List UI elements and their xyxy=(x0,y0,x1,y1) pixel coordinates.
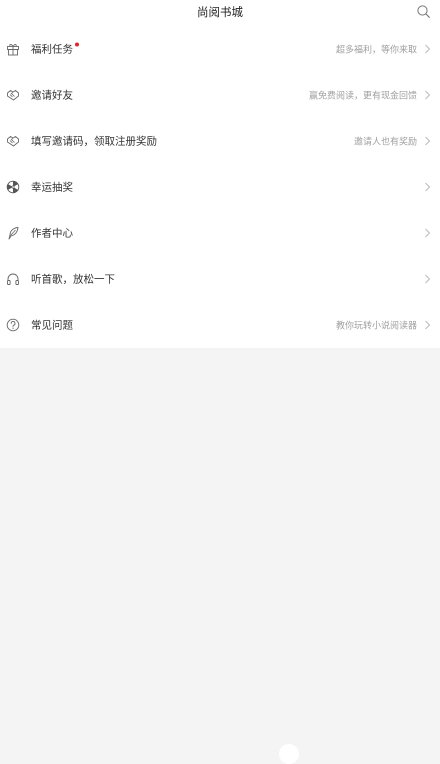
question-circle-icon xyxy=(6,318,20,332)
search-icon[interactable] xyxy=(416,4,431,19)
chevron-right-icon xyxy=(425,136,431,146)
chevron-right-icon xyxy=(425,228,431,238)
menu-item-welfare-tasks[interactable]: 福利任务 超多福利，等你来取 xyxy=(0,26,440,72)
menu-item-listen-music[interactable]: 听首歌，放松一下 xyxy=(0,256,440,302)
handshake-icon xyxy=(6,134,20,148)
menu-item-subtitle: 赢免费阅读，更有现金回馈 xyxy=(308,91,417,102)
quill-pen-icon xyxy=(6,226,20,240)
menu-item-label: 听首歌，放松一下 xyxy=(31,273,115,286)
menu-item-subtitle: 邀请人也有奖励 xyxy=(353,137,417,148)
menu-item-subtitle: 超多福利，等你来取 xyxy=(335,45,417,56)
handshake-icon xyxy=(6,88,20,102)
menu-item-subtitle: 教你玩转小说阅读器 xyxy=(335,321,417,332)
app-header: 尚阅书城 xyxy=(0,0,440,26)
chevron-right-icon xyxy=(425,274,431,284)
menu-item-label: 填写邀请码，领取注册奖励 xyxy=(31,135,157,148)
menu-item-author-center[interactable]: 作者中心 xyxy=(0,210,440,256)
headphones-icon xyxy=(6,272,20,286)
menu-item-invite-friends[interactable]: 邀请好友 赢免费阅读，更有现金回馈 xyxy=(0,72,440,118)
menu-item-label: 作者中心 xyxy=(31,227,73,240)
floating-handle[interactable] xyxy=(279,744,299,764)
menu-item-lucky-draw[interactable]: 幸运抽奖 xyxy=(0,164,440,210)
menu-item-label: 常见问题 xyxy=(31,319,73,332)
menu-item-faq[interactable]: 常见问题 教你玩转小说阅读器 xyxy=(0,302,440,348)
notification-dot xyxy=(75,42,79,47)
chevron-right-icon xyxy=(425,90,431,100)
menu-item-label: 邀请好友 xyxy=(31,89,73,102)
menu-list: 福利任务 超多福利，等你来取 邀请好友 赢免费阅读，更有现金回馈 填写邀请码，领… xyxy=(0,26,440,348)
menu-item-enter-invite-code[interactable]: 填写邀请码，领取注册奖励 邀请人也有奖励 xyxy=(0,118,440,164)
gift-icon xyxy=(6,42,20,56)
menu-item-label: 福利任务 xyxy=(31,42,79,57)
lucky-wheel-icon xyxy=(6,180,20,194)
chevron-right-icon xyxy=(425,182,431,192)
menu-item-label: 幸运抽奖 xyxy=(31,181,73,194)
chevron-right-icon xyxy=(425,320,431,330)
page-title: 尚阅书城 xyxy=(197,5,243,19)
chevron-right-icon xyxy=(425,44,431,54)
